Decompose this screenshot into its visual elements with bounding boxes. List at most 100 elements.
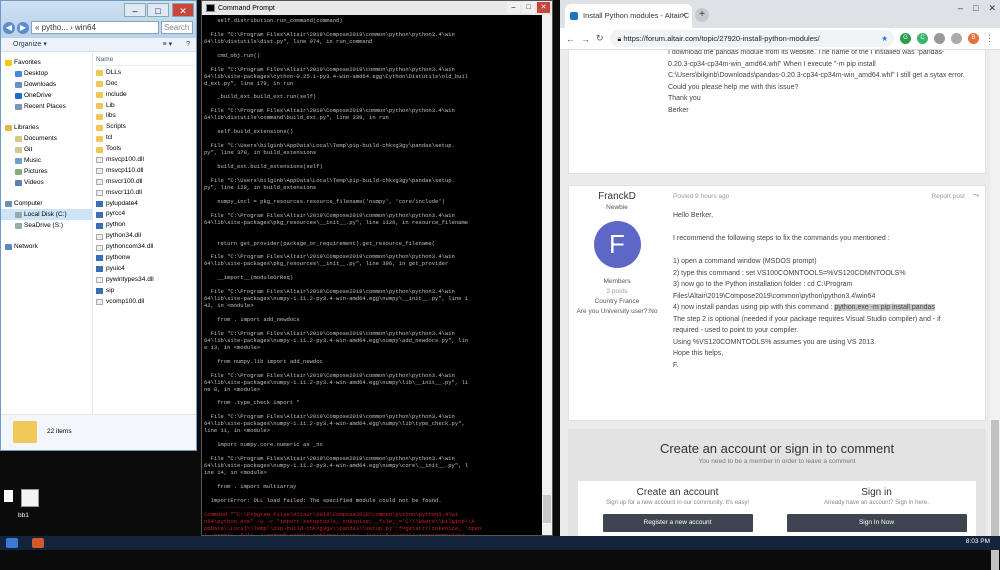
file-name: python [106, 221, 126, 229]
help-button[interactable]: ? [186, 38, 196, 51]
profile-avatar[interactable]: B [968, 33, 979, 44]
page-scrollbar[interactable] [990, 50, 1000, 570]
console-line: 64\lib\site-packages\pkg_resources\__ini… [204, 218, 469, 226]
nav-seadrive[interactable]: SeaDrive (S:) [1, 220, 92, 231]
share-icon[interactable]: ⤳ [973, 192, 979, 200]
file-row[interactable]: pyuic4 [96, 264, 196, 275]
column-header-name[interactable]: Name [96, 55, 196, 66]
taskbar-app-icon[interactable] [32, 538, 44, 548]
maximize-button[interactable]: □ [147, 3, 169, 17]
menu-kebab-icon[interactable]: ⋮ [985, 33, 994, 44]
nav-music[interactable]: Music [1, 155, 92, 166]
sign-in-subtitle: Already have an account? Sign in here. [824, 500, 929, 506]
file-row[interactable]: msvcr100.dll [96, 177, 196, 188]
search-input[interactable]: Search wi [161, 21, 193, 34]
register-button[interactable]: Register a new account [602, 514, 753, 532]
post-line: C:\Users\bilginb\Downloads\pandas-0.20.3… [668, 72, 965, 79]
console-line: self.build_extensions() [204, 128, 294, 136]
file-row[interactable]: DLLs [96, 68, 196, 79]
console-scrollbar[interactable] [542, 15, 552, 535]
tab-install-python-modules[interactable]: Install Python modules - Altair C ✕ [565, 4, 692, 28]
nav-favorites[interactable]: Favorites [1, 57, 92, 68]
pictures-icon [15, 168, 22, 175]
nav-desktop[interactable]: Desktop [1, 68, 92, 79]
desktop-file-icon[interactable] [4, 490, 13, 502]
view-button[interactable]: ≡ ▾ [163, 38, 173, 51]
close-button[interactable]: ✕ [988, 3, 996, 14]
browser-window: Install Python modules - Altair C ✕ + – … [560, 0, 1000, 570]
close-button[interactable]: ✕ [172, 3, 194, 17]
nav-local-disk[interactable]: Local Disk (C:) [1, 209, 92, 220]
nav-git[interactable]: Git [1, 144, 92, 155]
tab-close-icon[interactable]: ✕ [680, 4, 687, 28]
post-count: 2 posts [606, 288, 628, 295]
avatar[interactable]: F [593, 221, 641, 268]
post-timestamp[interactable]: Posted 9 hours ago [673, 193, 729, 200]
nav-network[interactable]: Network [1, 241, 92, 252]
file-row[interactable]: Lib [96, 101, 196, 112]
reload-icon[interactable]: ↻ [596, 33, 604, 44]
console-line: ', open)(__file__);code=f.read().replace… [204, 532, 540, 535]
minimize-button[interactable]: – [958, 3, 963, 14]
address-bar[interactable]: « pytho... › win64 [31, 21, 159, 34]
file-row[interactable]: msvcp100.dll [96, 155, 196, 166]
step-text: 4) now install pandas using pip with thi… [673, 304, 835, 311]
file-row[interactable]: pylupdate4 [96, 199, 196, 210]
minimize-button[interactable]: – [507, 2, 520, 13]
file-row[interactable]: libs [96, 111, 196, 122]
forward-arrow-icon[interactable]: ▶ [17, 21, 29, 34]
file-row[interactable]: Tools [96, 144, 196, 155]
nav-documents[interactable]: Documents [1, 133, 92, 144]
start-icon[interactable] [6, 538, 18, 548]
forward-arrow-icon[interactable]: → [581, 34, 590, 44]
post-line: 0.20.3-cp34-cp34m-win_amd64.whl" When I … [668, 60, 876, 68]
file-row[interactable]: include [96, 90, 196, 101]
extension-icon[interactable] [934, 33, 945, 44]
back-arrow-icon[interactable]: ◀ [3, 21, 15, 34]
minimize-button[interactable]: – [124, 3, 146, 17]
clock[interactable]: 8:03 PM [966, 538, 990, 545]
url-bar[interactable]: 🔒︎ https://forum.altair.com/topic/27920-… [609, 30, 894, 47]
nav-videos[interactable]: Videos [1, 177, 92, 188]
file-row[interactable]: tcl [96, 133, 196, 144]
file-row[interactable]: pyrcc4 [96, 209, 196, 220]
file-row[interactable]: pythonw [96, 253, 196, 264]
maximize-button[interactable]: □ [522, 2, 535, 13]
file-row[interactable]: pythoncom34.dll [96, 242, 196, 253]
nav-downloads[interactable]: Downloads [1, 79, 92, 90]
organize-button[interactable]: Organize ▾ [13, 38, 47, 51]
nav-computer[interactable]: Computer [1, 198, 92, 209]
file-row[interactable]: sip [96, 286, 196, 297]
maximize-button[interactable]: □ [973, 3, 978, 14]
file-row[interactable]: pywintypes34.dll [96, 275, 196, 286]
highlighted-command[interactable]: python.exe -m pip install pandas [834, 304, 935, 311]
scroll-thumb[interactable] [543, 495, 551, 523]
author-panel: FranckD Newbie F Members 2 posts Country… [569, 186, 665, 420]
nav-pictures[interactable]: Pictures [1, 166, 92, 177]
file-row[interactable]: vcomp100.dll [96, 297, 196, 308]
nav-onedrive[interactable]: OneDrive [1, 90, 92, 101]
create-account-title: Create an account [636, 487, 719, 498]
bookmark-star-icon[interactable]: ★ [881, 30, 888, 47]
author-name[interactable]: FranckD [569, 191, 665, 202]
file-name: libs [106, 112, 116, 120]
desktop-file-icon[interactable] [21, 489, 39, 507]
file-row[interactable]: python34.dll [96, 231, 196, 242]
report-post-link[interactable]: Report post [931, 193, 965, 200]
new-tab-button[interactable]: + [695, 8, 709, 22]
file-row[interactable]: Doc [96, 79, 196, 90]
back-arrow-icon[interactable]: ← [566, 34, 575, 44]
sign-in-button[interactable]: Sign In Now [786, 514, 967, 532]
file-row[interactable]: Scripts [96, 122, 196, 133]
file-row[interactable]: python [96, 220, 196, 231]
close-button[interactable]: ✕ [537, 2, 550, 13]
file-row[interactable]: msvcp110.dll [96, 166, 196, 177]
nav-recent-places[interactable]: Recent Places [1, 101, 92, 112]
extension-icon[interactable]: C [917, 33, 928, 44]
extension-icon[interactable]: G [900, 33, 911, 44]
file-name: Doc [106, 79, 118, 87]
extension-icon[interactable] [951, 33, 962, 44]
console-output[interactable]: self.distribution.run_command(command) F… [202, 15, 542, 535]
file-row[interactable]: msvcr110.dll [96, 188, 196, 199]
nav-libraries[interactable]: Libraries [1, 122, 92, 133]
